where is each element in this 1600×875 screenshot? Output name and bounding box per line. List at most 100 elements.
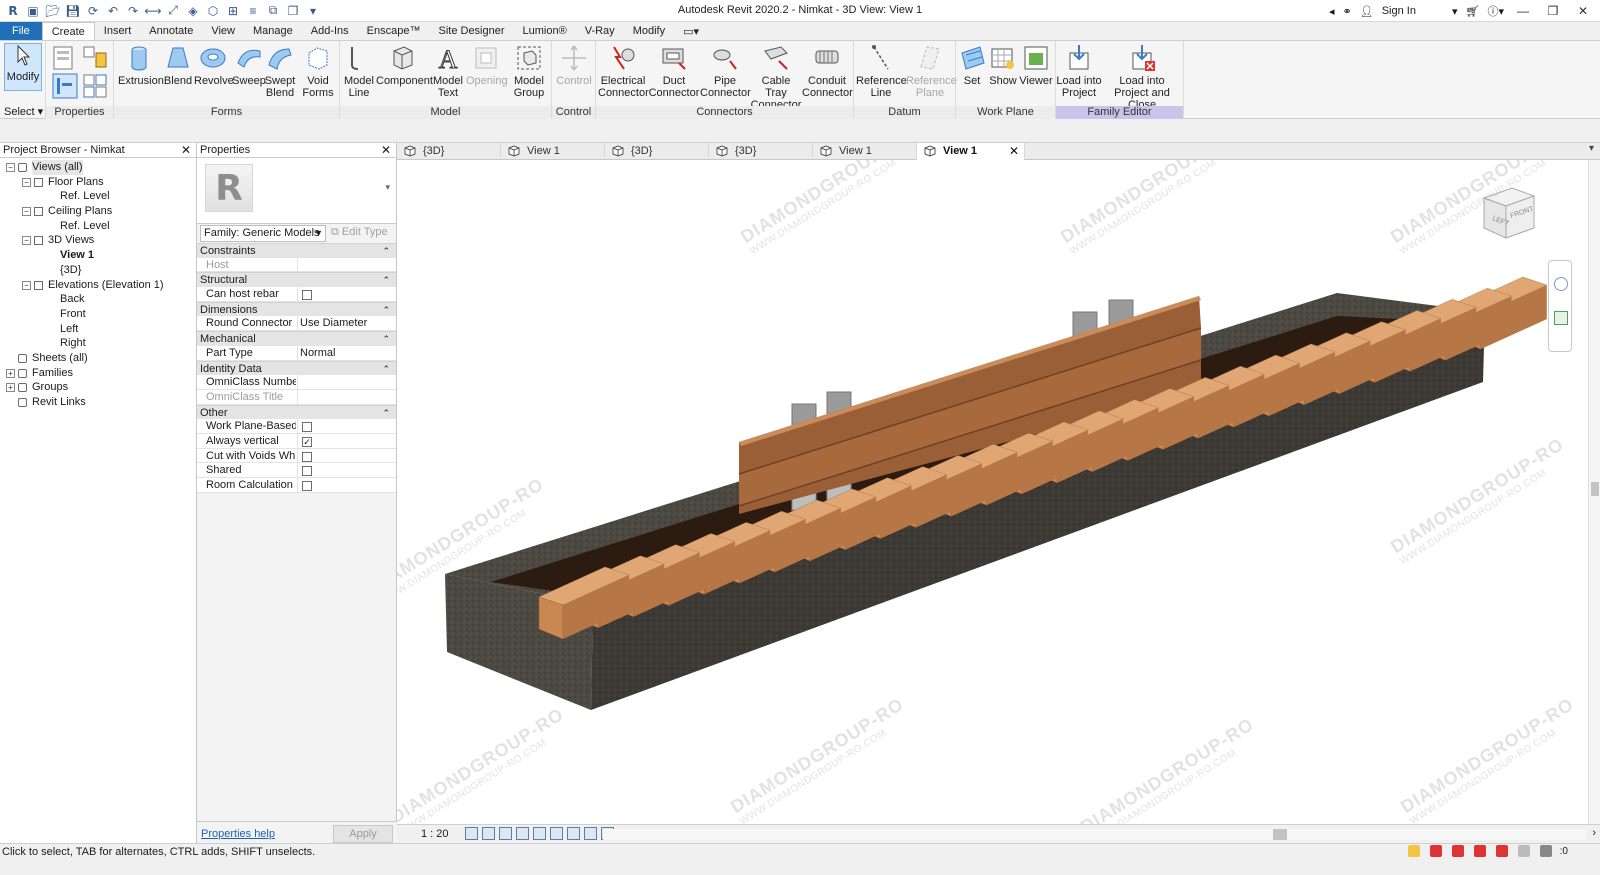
close-windows-icon[interactable]: ⧉ — [264, 3, 282, 19]
tree-item[interactable]: + Groups — [0, 380, 196, 395]
extrusion-button[interactable]: Extrusion — [118, 43, 164, 87]
checkbox-checked[interactable]: ✓ — [302, 436, 312, 447]
collapse-chevron-icon[interactable]: ⌃ — [382, 273, 390, 288]
sign-in-dropdown-icon[interactable]: ▾ — [1452, 5, 1458, 18]
component-button[interactable]: Component — [376, 43, 433, 87]
view-tab[interactable]: {3D} — [605, 143, 709, 160]
show-crop-icon[interactable] — [567, 827, 580, 840]
collapse-chevron-icon[interactable]: ⌃ — [382, 303, 390, 318]
tree-item[interactable]: Back — [0, 292, 196, 307]
customize-qat-icon[interactable]: ▾ — [304, 3, 322, 19]
scroll-right-icon[interactable]: › — [1592, 827, 1596, 839]
checkbox[interactable] — [302, 481, 312, 491]
close-icon[interactable]: ✕ — [181, 143, 191, 158]
property-category[interactable]: Mechanical ⌃ — [197, 331, 396, 346]
dimension-icon[interactable]: ⤢ — [164, 3, 182, 19]
tab-view[interactable]: View — [202, 22, 244, 40]
close-window-icon[interactable]: ✕ — [1572, 4, 1594, 18]
property-value[interactable]: Use Diameter — [297, 316, 393, 331]
render-icon[interactable] — [533, 827, 546, 840]
tree-item[interactable]: − Views (all) — [0, 160, 196, 175]
family-filter-select[interactable]: Family: Generic Models ▼ — [200, 225, 326, 242]
properties-palette-icon[interactable] — [52, 73, 78, 99]
edit-type-button[interactable]: ⧉ Edit Type — [331, 226, 388, 239]
thin-lines-icon[interactable]: ≡ — [244, 3, 262, 19]
property-category[interactable]: Dimensions ⌃ — [197, 301, 396, 318]
model-group-button[interactable]: Model Group — [510, 43, 548, 99]
select-dropdown[interactable]: Select ▾ — [4, 105, 43, 118]
view-tab[interactable]: {3D} — [709, 143, 813, 160]
restore-icon[interactable]: ❐ — [1542, 4, 1564, 18]
tree-item[interactable]: Right — [0, 336, 196, 351]
undo-icon[interactable]: ↶ — [104, 3, 122, 19]
collapse-icon[interactable]: − — [22, 280, 31, 290]
view-tab[interactable]: View 1 — [501, 143, 605, 160]
set-button[interactable]: Set — [958, 43, 986, 87]
wooden-seat-slats[interactable] — [538, 276, 1548, 640]
model-line-button[interactable]: Model Line — [342, 43, 376, 99]
default-3d-icon[interactable]: ⬡ — [204, 3, 222, 19]
properties-help-link[interactable]: Properties help — [201, 828, 275, 840]
load-into-project-and-close-button[interactable]: Load into Project and Close — [1102, 43, 1182, 111]
reference-plane-button[interactable]: Reference Plane — [906, 43, 957, 99]
background-process-icon[interactable] — [1518, 845, 1530, 857]
property-value[interactable]: Normal — [297, 345, 393, 360]
detail-level-icon[interactable] — [465, 827, 478, 840]
tab-create[interactable]: Create — [41, 22, 95, 40]
load-into-project-button[interactable]: Load into Project — [1056, 43, 1102, 99]
opening-button[interactable]: Opening — [466, 43, 508, 87]
tree-item[interactable]: Ref. Level — [0, 189, 196, 204]
type-properties-icon[interactable] — [52, 45, 76, 71]
expand-icon[interactable]: + — [6, 383, 15, 393]
view-tab[interactable]: {3D} — [397, 143, 501, 160]
blend-button[interactable]: Blend — [162, 43, 194, 87]
property-value[interactable] — [297, 287, 393, 301]
viewer-button[interactable]: Viewer — [1018, 43, 1054, 87]
tree-item[interactable]: − 3D Views — [0, 233, 196, 248]
sync-icon[interactable]: ⟳ — [84, 3, 102, 19]
collapse-chevron-icon[interactable]: ⌃ — [382, 332, 390, 347]
electrical-connector-button[interactable]: Electrical Connector — [598, 43, 649, 99]
tag-icon[interactable]: ◈ — [184, 3, 202, 19]
reference-line-button[interactable]: Reference Line — [856, 43, 907, 99]
save-icon[interactable]: 💾︎ — [64, 3, 82, 19]
property-category[interactable]: Identity Data ⌃ — [197, 360, 396, 376]
close-icon[interactable]: ✕ — [381, 143, 391, 158]
drawing-canvas[interactable]: LEFT FRONT DIAMONDGROUP-RO WWW.DIAMONDGRO… — [397, 160, 1600, 824]
collapse-icon[interactable]: − — [22, 236, 31, 246]
revit-logo-icon[interactable]: R — [4, 3, 22, 19]
tree-item[interactable]: {3D} — [0, 263, 196, 278]
steering-wheel-icon[interactable] — [1554, 277, 1568, 291]
zoom-region-icon[interactable] — [1554, 311, 1568, 325]
property-value[interactable] — [297, 375, 393, 389]
checkbox[interactable] — [302, 422, 312, 433]
property-value[interactable] — [297, 419, 393, 433]
type-selector-dropdown-icon[interactable]: ▾ — [385, 182, 390, 193]
redo-icon[interactable]: ↷ — [124, 3, 142, 19]
shadows-icon[interactable] — [516, 827, 529, 840]
drag-elements-icon[interactable] — [1496, 845, 1508, 857]
ribbon-options-icon[interactable]: ▭▾ — [674, 22, 708, 40]
binoculars-icon[interactable]: ⚭ — [1343, 5, 1352, 18]
modify-button[interactable]: Modify — [4, 43, 42, 91]
type-selector[interactable]: R ▾ — [197, 158, 396, 224]
section-icon[interactable]: ⊞ — [224, 3, 242, 19]
tab-site-designer[interactable]: Site Designer — [429, 22, 513, 40]
family-category-icon[interactable] — [82, 45, 108, 71]
conduit-connector-button[interactable]: Conduit Connector — [802, 43, 853, 99]
close-tab-icon[interactable]: ✕ — [1009, 143, 1019, 159]
property-value[interactable] — [297, 448, 393, 463]
sun-path-icon[interactable] — [499, 827, 512, 840]
view-tab[interactable]: View 1 — [813, 143, 917, 160]
view-scale[interactable]: 1 : 20 — [421, 828, 449, 840]
measure-icon[interactable]: ⟷ — [144, 3, 162, 19]
tree-item[interactable]: Left — [0, 322, 196, 337]
collapse-icon[interactable]: − — [22, 207, 31, 217]
lock-3d-icon[interactable] — [584, 827, 597, 840]
search-icon[interactable]: ◂ — [1329, 5, 1335, 18]
vertical-scrollbar[interactable] — [1588, 160, 1600, 824]
control-button[interactable]: Control — [554, 43, 594, 87]
select-underlay-icon[interactable] — [1430, 845, 1442, 857]
void-forms-button[interactable]: Void Forms — [300, 43, 336, 99]
help-icon[interactable]: ⓘ▾ — [1487, 3, 1504, 19]
